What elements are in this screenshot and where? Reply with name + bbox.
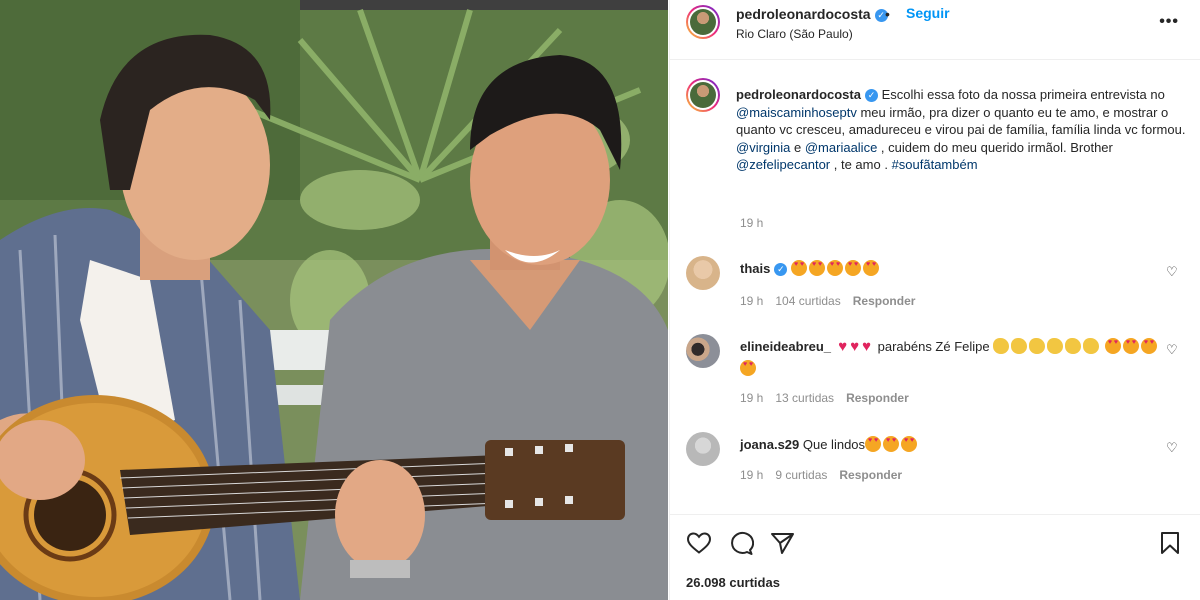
more-options-icon[interactable]: ••• xyxy=(1159,13,1179,31)
post-like-count[interactable]: 26.098 curtidas xyxy=(686,575,780,590)
heart-eyes-emoji-icon xyxy=(1140,338,1157,354)
comment-time[interactable]: 19 h xyxy=(740,294,763,308)
comment-likes[interactable]: 104 curtidas xyxy=(775,294,840,308)
mention-link[interactable]: @mariaalice xyxy=(805,140,877,155)
post-photo[interactable] xyxy=(0,0,668,600)
hashtag-link[interactable]: #soufãtambém xyxy=(892,157,978,172)
author-username[interactable]: pedroleonardocosta xyxy=(736,6,871,22)
author-avatar[interactable] xyxy=(686,5,720,39)
heart-eyes-emoji-icon xyxy=(1104,338,1121,354)
mention-link[interactable]: @zefelipecantor xyxy=(736,157,830,172)
caption-text-1: Escolhi essa foto da nossa primeira entr… xyxy=(877,87,1165,102)
comment-time[interactable]: 19 h xyxy=(740,391,763,405)
photo-illustration xyxy=(0,0,668,600)
comment-time[interactable]: 19 h xyxy=(740,468,763,482)
caption-timestamp[interactable]: 19 h xyxy=(740,216,763,230)
comment-text: joana.s29 Que lindos xyxy=(740,434,1170,456)
comment-likes[interactable]: 9 curtidas xyxy=(775,468,827,482)
heart-eyes-emoji-icon xyxy=(740,360,756,376)
caption-text: pedroleonardocosta ✓ Escolhi essa foto da… xyxy=(736,86,1191,174)
comment-likes[interactable]: 13 curtidas xyxy=(775,391,834,405)
mention-link[interactable]: @maiscaminhoseptv xyxy=(736,105,857,120)
heart-eyes-emoji-icon xyxy=(790,260,807,276)
commenter-avatar[interactable] xyxy=(686,256,720,290)
verified-badge-icon: ✓ xyxy=(774,263,788,276)
comment-icon[interactable] xyxy=(728,531,754,555)
heart-eyes-emoji-icon xyxy=(862,260,879,276)
commenter-avatar[interactable] xyxy=(686,334,720,368)
clapping-emoji-icon xyxy=(1065,338,1082,354)
caption-text-3: e xyxy=(790,139,805,155)
comment-like-heart-icon[interactable]: ♡ xyxy=(1166,440,1178,456)
comment-username[interactable]: elineideabreu_ xyxy=(740,339,831,354)
caption-text-5: , te amo . xyxy=(830,157,892,172)
verified-badge-icon: ✓ xyxy=(864,89,878,102)
clapping-emoji-icon xyxy=(993,338,1010,354)
clapping-emoji-icon xyxy=(1047,338,1064,354)
post-actions: 26.098 curtidas xyxy=(670,514,1200,600)
heart-eyes-emoji-icon xyxy=(844,260,861,276)
mention-link[interactable]: @virginia xyxy=(736,140,790,155)
heart-eyes-emoji-icon xyxy=(901,436,918,452)
post-side-panel: pedroleonardocosta ✓ • Seguir Rio Claro (… xyxy=(669,0,1200,600)
heart-eyes-emoji-icon xyxy=(883,436,900,452)
heart-eyes-emoji-icon xyxy=(826,260,843,276)
reply-button[interactable]: Responder xyxy=(839,468,902,482)
heart-eyes-emoji-icon xyxy=(865,436,882,452)
follow-button[interactable]: Seguir xyxy=(906,5,950,21)
reply-button[interactable]: Responder xyxy=(846,391,909,405)
comment-body: parabéns Zé Felipe xyxy=(874,339,994,354)
comment-body: Que lindos xyxy=(799,437,866,452)
heart-eyes-emoji-icon xyxy=(808,260,825,276)
author-name-wrap: pedroleonardocosta ✓ xyxy=(736,6,888,22)
heart-icon[interactable] xyxy=(686,531,712,555)
commenter-avatar[interactable] xyxy=(686,432,720,466)
clapping-emoji-icon xyxy=(1083,338,1100,354)
bookmark-icon[interactable] xyxy=(1158,531,1182,555)
post-location[interactable]: Rio Claro (São Paulo) xyxy=(736,27,853,41)
reply-button[interactable]: Responder xyxy=(853,294,916,308)
caption-username[interactable]: pedroleonardocosta xyxy=(736,87,861,102)
comment-meta: 19 h 13 curtidas Responder xyxy=(740,391,921,405)
comment-text: elineideabreu_ ♥ ♥ ♥ parabéns Zé Felipe xyxy=(740,336,1170,380)
comment-username[interactable]: thais xyxy=(740,261,770,276)
comment-like-heart-icon[interactable]: ♡ xyxy=(1166,342,1178,358)
comment-text: thais ✓ xyxy=(740,258,1170,280)
post-header: pedroleonardocosta ✓ • Seguir Rio Claro (… xyxy=(670,0,1200,60)
send-icon[interactable] xyxy=(770,531,796,555)
red-heart-emoji-icon: ♥ xyxy=(850,338,860,355)
caption-avatar[interactable] xyxy=(686,78,720,112)
separator-dot: • xyxy=(885,6,890,22)
caption-text-4: , cuidem do meu querido irmãol. Brother xyxy=(877,139,1113,155)
clapping-emoji-icon xyxy=(1029,338,1046,354)
red-heart-emoji-icon: ♥ xyxy=(838,338,848,355)
comment-meta: 19 h 104 curtidas Responder xyxy=(740,294,927,308)
heart-eyes-emoji-icon xyxy=(1122,338,1139,354)
red-heart-emoji-icon: ♥ xyxy=(862,338,871,355)
comment-username[interactable]: joana.s29 xyxy=(740,437,799,452)
comment-meta: 19 h 9 curtidas Responder xyxy=(740,468,914,482)
clapping-emoji-icon xyxy=(1011,338,1028,354)
comment-like-heart-icon[interactable]: ♡ xyxy=(1166,264,1178,280)
